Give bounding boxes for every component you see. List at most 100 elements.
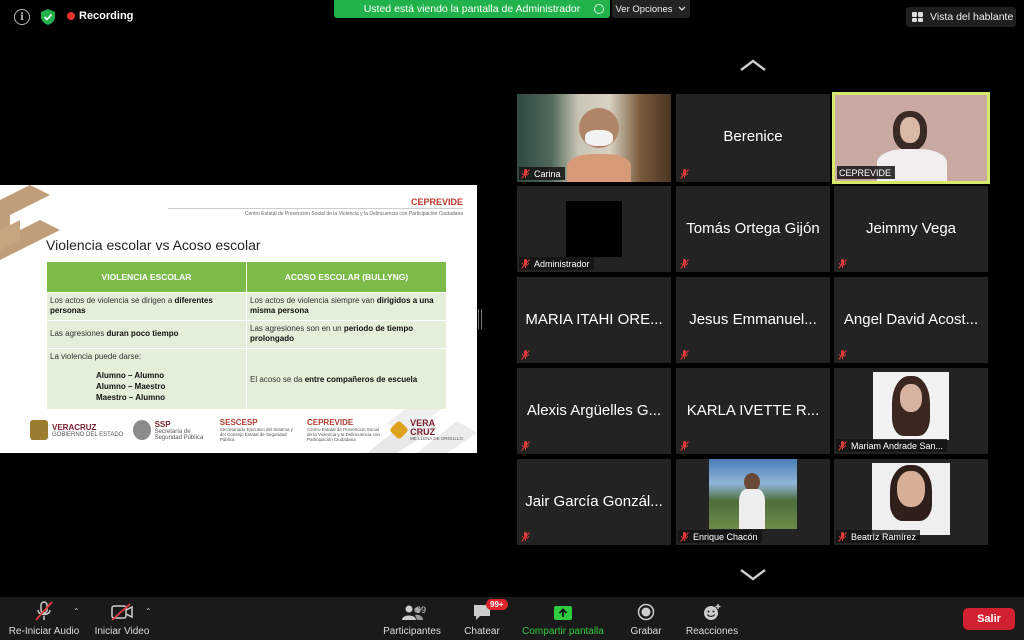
record-button[interactable]: Grabar xyxy=(625,601,667,637)
participant-name: Angel David Acost... xyxy=(843,311,979,328)
video-feed xyxy=(566,201,622,257)
participant-name-label: Mariam Andrade San... xyxy=(836,439,948,452)
logo-sescesp: SESCESP Secretariado Ejecutivo del Sistem… xyxy=(220,418,298,442)
participant-name-label xyxy=(678,167,697,180)
view-options-button[interactable]: Ver Opciones xyxy=(612,0,690,18)
participants-label: Participantes xyxy=(383,626,441,637)
reactions-button[interactable]: Reacciones xyxy=(684,601,740,637)
participant-name: Tomás Ortega Gijón xyxy=(686,220,820,237)
mic-off-icon xyxy=(521,531,530,542)
mic-off-icon xyxy=(680,440,689,451)
participant-tile[interactable]: Jair García Gonzál... xyxy=(517,459,671,545)
participant-tile[interactable]: Jesus Emmanuel... xyxy=(676,277,830,363)
participant-name: CEPREVIDE xyxy=(839,167,892,178)
slide-title: Violencia escolar vs Acoso escolar xyxy=(46,237,261,253)
stop-share-icon[interactable] xyxy=(594,4,604,14)
leave-button[interactable]: Salir xyxy=(963,608,1015,630)
logo-text: SSP xyxy=(154,419,171,429)
participant-name: Enrique Chacón xyxy=(693,531,758,542)
chevron-up-icon[interactable]: ⌃ xyxy=(145,607,152,616)
logo-text: ME LLENA DE ORGULLO xyxy=(410,435,463,441)
comparison-table: VIOLENCIA ESCOLAR ACOSO ESCOLAR (BULLYNG… xyxy=(46,261,447,410)
participant-name-label xyxy=(836,348,855,361)
audio-label: Re-Iniciar Audio xyxy=(8,626,80,637)
participant-tile-active-speaker[interactable]: CEPREVIDE xyxy=(832,92,990,184)
table-row: Los actos de violencia se dirigen a dife… xyxy=(47,293,446,320)
speaker-view-label: Vista del hablante xyxy=(930,11,1014,23)
mic-off-icon xyxy=(838,258,847,269)
top-bar: i Recording Usted está viendo la pantall… xyxy=(0,0,1024,34)
participant-name-label: Administrador xyxy=(519,257,594,270)
cell-bold: Alumno – Alumno xyxy=(96,370,165,380)
audio-button[interactable]: Re-Iniciar Audio xyxy=(8,601,80,637)
participant-name: Jesus Emmanuel... xyxy=(689,311,817,328)
participant-tile[interactable]: Enrique Chacón xyxy=(676,459,830,545)
participants-button[interactable]: 99 Participantes xyxy=(380,601,444,637)
cell-text: El acoso se da xyxy=(250,374,305,384)
cell-bold: entre compañeros de escuela xyxy=(304,374,418,384)
participant-name: Alexis Argüelles G... xyxy=(526,402,662,419)
participant-name-label xyxy=(519,530,538,543)
chevron-up-icon[interactable]: ⌃ xyxy=(73,607,80,616)
participant-tile[interactable]: Jeimmy Vega xyxy=(834,186,988,272)
participant-tile[interactable]: Mariam Andrade San... xyxy=(834,368,988,454)
shared-screen: CEPREVIDE Centro Estatal de Prevención S… xyxy=(0,185,477,453)
view-options-label: Ver Opciones xyxy=(615,3,673,15)
logo-text: Secretaría de Seguridad Pública xyxy=(154,428,204,441)
participant-tile[interactable]: Berenice xyxy=(676,94,830,182)
chat-label: Chatear xyxy=(464,626,500,637)
mic-off-icon xyxy=(680,349,689,360)
participant-tile[interactable]: Carina xyxy=(517,94,671,182)
record-label: Grabar xyxy=(630,626,662,637)
logo-text: Centro Estatal de Prevención Social de l… xyxy=(306,427,380,442)
participant-tile[interactable]: KARLA IVETTE R... xyxy=(676,368,830,454)
participant-name: Mariam Andrade San... xyxy=(851,440,944,451)
meeting-toolbar: Re-Iniciar Audio ⌃ Iniciar Video ⌃ 99 Pa… xyxy=(0,597,1024,640)
participant-tile[interactable]: Administrador xyxy=(517,186,671,272)
participant-tile[interactable]: Angel David Acost... xyxy=(834,277,988,363)
participant-tile[interactable]: MARIA ITAHI ORE... xyxy=(517,277,671,363)
chat-badge: 99+ xyxy=(486,599,508,610)
participant-tile[interactable]: Tomás Ortega Gijón xyxy=(676,186,830,272)
mic-off-icon xyxy=(521,258,530,269)
record-dot-icon xyxy=(67,12,75,20)
video-label: Iniciar Video xyxy=(94,626,150,637)
participant-name-label xyxy=(519,348,538,361)
mic-off-icon xyxy=(521,168,530,179)
smiley-icon xyxy=(702,601,722,621)
logo-ssp: SSP Secretaría de Seguridad Pública xyxy=(132,419,211,441)
reactions-label: Reacciones xyxy=(685,626,739,637)
chevron-down-icon[interactable] xyxy=(739,568,767,582)
share-screen-button[interactable]: Compartir pantalla xyxy=(518,601,608,637)
divider xyxy=(168,208,463,209)
chat-button[interactable]: 99+ Chatear xyxy=(461,599,508,637)
cell-bold: Maestro – Alumno xyxy=(96,392,166,402)
logo-text: VERACRUZ xyxy=(52,422,97,432)
cell-text: Las agresiones xyxy=(50,328,107,338)
mic-off-icon xyxy=(680,258,689,269)
video-off-icon xyxy=(110,601,134,621)
logo-text: GOBIERNO DEL ESTADO xyxy=(52,431,124,438)
recording-indicator[interactable]: Recording xyxy=(67,10,133,22)
participant-tile[interactable]: Alexis Argüelles G... xyxy=(517,368,671,454)
share-screen-label: Compartir pantalla xyxy=(522,626,604,637)
cell-text: Los actos de violencia siempre van xyxy=(250,296,377,305)
participant-name: Jair García Gonzál... xyxy=(525,493,663,510)
slide-subtitle: Centro Estatal de Prevención Social de l… xyxy=(244,211,463,217)
cell-bold: Alumno – Maestro xyxy=(96,381,166,391)
mic-off-icon xyxy=(680,531,689,542)
speaker-view-button[interactable]: Vista del hablante xyxy=(906,7,1016,27)
mic-off-icon xyxy=(35,601,53,621)
chevron-up-icon[interactable] xyxy=(739,58,767,72)
logo-ceprevide: CEPREVIDE Centro Estatal de Prevención So… xyxy=(307,418,383,442)
participant-tile[interactable]: Beatríz Ramírez xyxy=(834,459,988,545)
share-banner-text: Usted está viendo la pantalla de Adminis… xyxy=(363,3,581,15)
table-header: ACOSO ESCOLAR (BULLYNG) xyxy=(247,262,446,292)
info-icon[interactable]: i xyxy=(14,9,30,25)
participant-name: Berenice xyxy=(723,128,783,145)
participant-name-label: Carina xyxy=(519,167,565,180)
recording-label: Recording xyxy=(79,10,134,22)
mic-off-icon xyxy=(521,440,530,451)
split-drag-handle[interactable] xyxy=(478,309,482,329)
shield-icon[interactable] xyxy=(40,9,56,25)
